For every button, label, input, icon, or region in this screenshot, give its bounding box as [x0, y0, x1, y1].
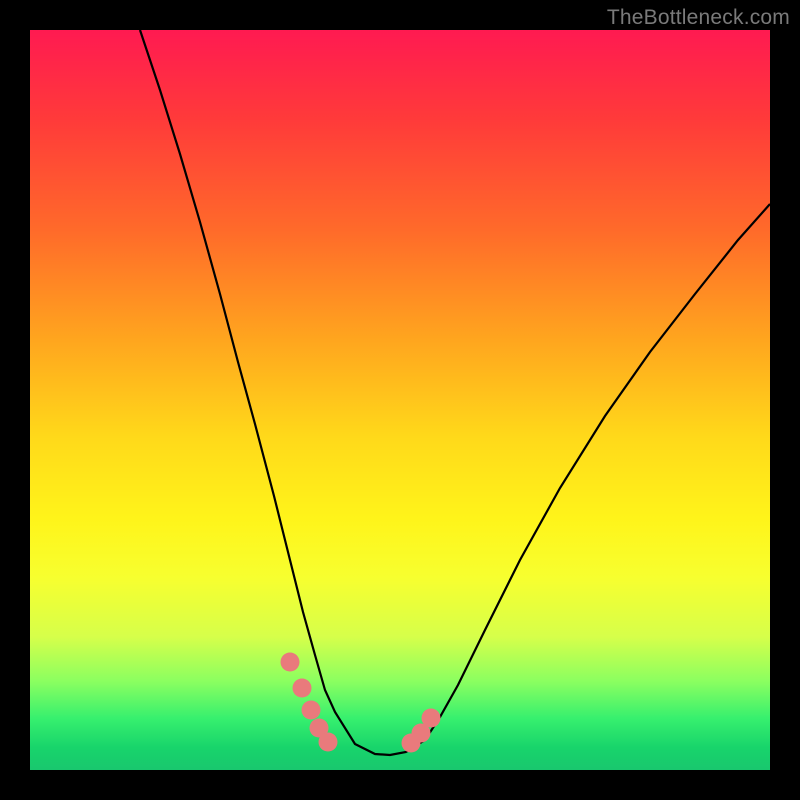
highlight-point — [422, 709, 441, 728]
highlight-point — [293, 679, 312, 698]
curve-layer — [30, 30, 770, 770]
bottleneck-curve — [140, 30, 770, 755]
highlight-point — [281, 653, 300, 672]
highlight-point — [302, 701, 321, 720]
chart-stage: TheBottleneck.com — [0, 0, 800, 800]
gradient-plot-area — [30, 30, 770, 770]
highlight-markers — [281, 653, 441, 753]
watermark-text: TheBottleneck.com — [607, 6, 790, 30]
highlight-point — [319, 733, 338, 752]
